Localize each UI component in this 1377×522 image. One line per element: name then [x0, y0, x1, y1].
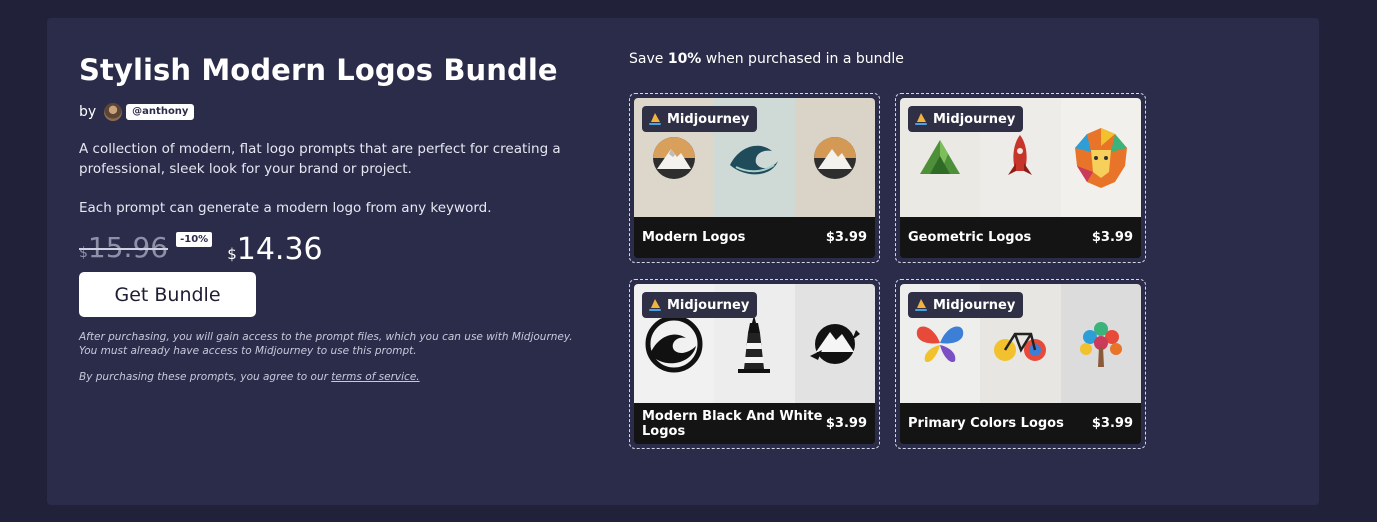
card-price: $3.99 — [1091, 230, 1133, 245]
midjourney-sail-icon — [915, 299, 927, 311]
mountain-logo-icon — [813, 136, 856, 179]
card-footer: Geometric Logos $3.99 — [900, 217, 1141, 258]
engine-badge: Midjourney — [908, 106, 1024, 132]
card-footer: Primary Colors Logos $3.99 — [900, 403, 1141, 444]
prompt-card-body[interactable]: Modern Logos $3.99 Midjourney — [634, 98, 875, 258]
tree-logo-thumb — [1060, 284, 1141, 403]
midjourney-sail-icon — [649, 113, 661, 125]
green-mountain-logo-icon — [920, 139, 961, 174]
prompt-card-body[interactable]: Geometric Logos $3.99 Midjourney — [900, 98, 1141, 258]
mountain-splash-logo-thumb — [794, 284, 875, 403]
bundle-description: A collection of modern, flat logo prompt… — [79, 141, 561, 177]
butterfly-logo-icon — [916, 326, 964, 362]
lighthouse-logo-icon — [738, 314, 771, 373]
prompt-card[interactable]: Modern Black And White Logos $3.99 Midjo… — [629, 279, 880, 449]
card-title: Geometric Logos — [908, 230, 1032, 245]
price-row: $15.96 -10% $14.36 — [79, 231, 579, 271]
midjourney-sail-icon — [915, 113, 927, 125]
new-price-currency: $ — [227, 245, 237, 263]
engine-badge: Midjourney — [642, 292, 758, 318]
avatar[interactable] — [104, 103, 123, 121]
engine-badge: Midjourney — [908, 292, 1024, 318]
midjourney-sail-icon — [649, 299, 661, 311]
prompt-card[interactable]: Primary Colors Logos $3.99 Midjourney — [895, 279, 1146, 449]
bundle-savings-note: Save 10% when purchased in a bundle — [629, 50, 904, 68]
tos-notice: By purchasing these prompts, you agree t… — [79, 370, 579, 384]
page-title: Stylish Modern Logos Bundle — [79, 53, 558, 87]
mountain-logo-thumb — [794, 98, 875, 217]
bundle-description-2: Each prompt can generate a modern logo f… — [79, 200, 492, 216]
savings-suffix: when purchased in a bundle — [701, 51, 904, 67]
old-price-currency: $ — [79, 245, 88, 261]
card-price: $3.99 — [1091, 416, 1133, 431]
rocket-logo-icon — [1008, 134, 1033, 175]
bundle-contents: Save 10% when purchased in a bundle Mode… — [629, 50, 1146, 449]
tos-prefix: By purchasing these prompts, you agree t… — [79, 371, 332, 383]
engine-label: Midjourney — [933, 297, 1016, 313]
savings-prefix: Save — [629, 51, 668, 67]
prompt-card[interactable]: Modern Logos $3.99 Midjourney — [629, 93, 880, 263]
card-footer: Modern Logos $3.99 — [634, 217, 875, 258]
prompt-card[interactable]: Geometric Logos $3.99 Midjourney — [895, 93, 1146, 263]
engine-badge: Midjourney — [642, 106, 758, 132]
lion-logo-thumb — [1060, 98, 1141, 217]
discount-badge: -10% — [176, 232, 213, 247]
engine-label: Midjourney — [933, 111, 1016, 127]
old-price: $15.96 — [79, 231, 169, 270]
prompt-card-body[interactable]: Modern Black And White Logos $3.99 Midjo… — [634, 284, 875, 444]
mountain-splash-logo-icon — [809, 323, 860, 364]
lion-logo-icon — [1074, 127, 1127, 188]
card-title: Modern Logos — [642, 230, 746, 245]
author-handle[interactable]: @anthony — [126, 104, 195, 120]
terms-of-service-link[interactable]: terms of service. — [331, 371, 419, 383]
tree-logo-icon — [1079, 321, 1122, 367]
card-footer: Modern Black And White Logos $3.99 — [634, 403, 875, 444]
engine-label: Midjourney — [667, 111, 750, 127]
wave-logo-icon — [730, 145, 779, 174]
engine-label: Midjourney — [667, 297, 750, 313]
old-price-value: 15.96 — [87, 231, 169, 264]
savings-percent: 10% — [667, 51, 702, 67]
by-label: by — [79, 104, 97, 120]
card-price: $3.99 — [825, 230, 867, 245]
new-price: $14.36 — [227, 233, 322, 271]
get-bundle-button[interactable]: Get Bundle — [79, 272, 256, 317]
bundle-info: Stylish Modern Logos Bundle by @anthony … — [79, 52, 579, 384]
mountain-logo-icon — [653, 136, 696, 179]
byline: by @anthony — [79, 103, 579, 121]
new-price-value: 14.36 — [236, 232, 323, 267]
card-title: Primary Colors Logos — [908, 416, 1064, 431]
purchase-fine-print: After purchasing, you will gain access t… — [79, 331, 573, 357]
card-price: $3.99 — [825, 416, 867, 431]
bicycle-logo-icon — [994, 332, 1047, 361]
card-title: Modern Black And White Logos — [642, 408, 823, 439]
bundle-panel: Stylish Modern Logos Bundle by @anthony … — [47, 18, 1319, 505]
wave-circle-logo-icon — [645, 315, 703, 372]
prompt-card-body[interactable]: Primary Colors Logos $3.99 Midjourney — [900, 284, 1141, 444]
